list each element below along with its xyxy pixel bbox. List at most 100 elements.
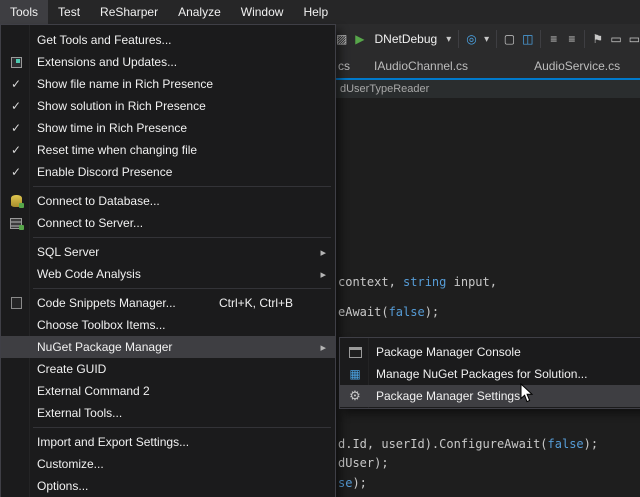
submenu-item-package-manager-console[interactable]: Package Manager Console — [340, 341, 640, 363]
debug-target-label[interactable]: DNetDebug — [374, 32, 437, 46]
menu-item-label: SQL Server — [37, 245, 99, 259]
menu-item-external-tools[interactable]: External Tools... — [1, 402, 335, 424]
menu-item-enable-discord-presence[interactable]: Enable Discord Presence — [1, 161, 335, 183]
find-chevron-icon[interactable] — [484, 34, 489, 45]
check-icon — [7, 76, 25, 92]
toolbar-separator — [458, 30, 459, 48]
menu-item-show-time[interactable]: Show time in Rich Presence — [1, 117, 335, 139]
menu-separator — [33, 237, 331, 238]
new-item-icon[interactable] — [504, 32, 515, 46]
submenu-arrow-icon — [320, 341, 326, 354]
menu-item-shortcut: Ctrl+K, Ctrl+B — [219, 296, 327, 310]
code-keyword: false — [548, 437, 584, 451]
menu-item-extensions-and-updates[interactable]: Extensions and Updates... — [1, 51, 335, 73]
submenu-arrow-icon — [320, 268, 326, 281]
code-text: ); — [352, 476, 366, 490]
code-text: context, — [338, 275, 403, 289]
menubar-item-help[interactable]: Help — [293, 0, 338, 24]
code-text: ); — [584, 437, 598, 451]
menu-item-label: Get Tools and Features... — [37, 33, 172, 47]
menu-item-reset-time[interactable]: Reset time when changing file — [1, 139, 335, 161]
menu-item-connect-to-database[interactable]: Connect to Database... — [1, 190, 335, 212]
menu-item-options[interactable]: Options... — [1, 475, 335, 497]
menu-item-label: Reset time when changing file — [37, 143, 197, 157]
menu-item-customize[interactable]: Customize... — [1, 453, 335, 475]
uncomment-icon[interactable] — [629, 32, 640, 46]
submenu-item-manage-nuget-packages[interactable]: Manage NuGet Packages for Solution... — [340, 363, 640, 385]
menu-bar: Tools Test ReSharper Analyze Window Help — [0, 0, 640, 24]
find-in-code-icon[interactable] — [466, 32, 477, 46]
menu-item-code-snippets-manager[interactable]: Code Snippets Manager... Ctrl+K, Ctrl+B — [1, 292, 335, 314]
menu-item-label: NuGet Package Manager — [37, 340, 172, 354]
menubar-item-window[interactable]: Window — [231, 0, 294, 24]
menu-item-label: Package Manager Settings — [376, 389, 520, 403]
menu-item-choose-toolbox-items[interactable]: Choose Toolbox Items... — [1, 314, 335, 336]
attach-icon[interactable] — [336, 32, 347, 46]
gear-icon — [346, 388, 364, 404]
menu-item-nuget-package-manager[interactable]: NuGet Package Manager — [1, 336, 335, 358]
menu-separator — [33, 288, 331, 289]
menu-separator — [33, 186, 331, 187]
vs-window: Tools Test ReSharper Analyze Window Help… — [0, 0, 640, 497]
menubar-item-tools[interactable]: Tools — [0, 0, 48, 24]
menu-item-label: Connect to Database... — [37, 194, 160, 208]
menu-item-label: Extensions and Updates... — [37, 55, 177, 69]
start-debug-icon[interactable] — [354, 32, 365, 46]
comment-icon[interactable] — [610, 32, 621, 46]
code-text: ); — [425, 305, 439, 319]
code-keyword: false — [389, 305, 425, 319]
menu-item-label: Show solution in Rich Presence — [37, 99, 206, 113]
code-keyword: se — [338, 476, 352, 490]
menu-item-label: Show file name in Rich Presence — [37, 77, 213, 91]
compare-files-icon[interactable] — [522, 32, 533, 46]
extensions-icon — [7, 54, 25, 70]
menu-item-show-solution[interactable]: Show solution in Rich Presence — [1, 95, 335, 117]
code-text: d.Id, userId).ConfigureAwait( — [338, 437, 548, 451]
menubar-item-resharper[interactable]: ReSharper — [90, 0, 168, 24]
tools-menu: Get Tools and Features... Extensions and… — [0, 24, 336, 497]
menu-item-import-export-settings[interactable]: Import and Export Settings... — [1, 431, 335, 453]
menu-item-connect-to-server[interactable]: Connect to Server... — [1, 212, 335, 234]
menubar-item-test[interactable]: Test — [48, 0, 90, 24]
menu-item-web-code-analysis[interactable]: Web Code Analysis — [1, 263, 335, 285]
check-icon — [7, 164, 25, 180]
menu-separator — [33, 427, 331, 428]
menu-item-label: Manage NuGet Packages for Solution... — [376, 367, 587, 381]
check-icon — [7, 142, 25, 158]
code-line: eAwait(false); — [338, 305, 439, 319]
code-text: dUser); — [338, 456, 389, 470]
snippet-icon — [7, 295, 25, 311]
menu-item-get-tools-and-features[interactable]: Get Tools and Features... — [1, 29, 335, 51]
menu-item-external-command-2[interactable]: External Command 2 — [1, 380, 335, 402]
server-icon — [7, 215, 25, 231]
menu-item-label: Enable Discord Presence — [37, 165, 172, 179]
code-keyword: string — [403, 275, 446, 289]
menu-item-label: Choose Toolbox Items... — [37, 318, 166, 332]
menu-item-create-guid[interactable]: Create GUID — [1, 358, 335, 380]
code-line: se); — [338, 476, 367, 490]
submenu-arrow-icon — [320, 246, 326, 259]
outdent-icon[interactable] — [566, 32, 577, 46]
menu-item-label: External Command 2 — [37, 384, 150, 398]
menu-item-label: Code Snippets Manager... — [37, 296, 176, 310]
tab-iaudiochannel[interactable]: IAudioChannel.cs — [362, 54, 480, 78]
tab-audioservice[interactable]: AudioService.cs — [522, 54, 632, 78]
menu-item-show-file-name[interactable]: Show file name in Rich Presence — [1, 73, 335, 95]
submenu-item-package-manager-settings[interactable]: Package Manager Settings — [340, 385, 640, 407]
menu-item-label: Web Code Analysis — [37, 267, 141, 281]
debug-target-chevron-icon[interactable] — [446, 34, 451, 45]
menu-item-label: Show time in Rich Presence — [37, 121, 187, 135]
indent-icon[interactable] — [548, 32, 559, 46]
menu-item-label: External Tools... — [37, 406, 122, 420]
menu-item-label: Create GUID — [37, 362, 106, 376]
code-text: eAwait( — [338, 305, 389, 319]
toolbar-separator — [540, 30, 541, 48]
toolbar-separator — [584, 30, 585, 48]
check-icon — [7, 98, 25, 114]
check-icon — [7, 120, 25, 136]
menubar-item-analyze[interactable]: Analyze — [168, 0, 231, 24]
menu-item-label: Customize... — [37, 457, 104, 471]
bookmark-icon[interactable] — [592, 32, 603, 46]
menu-item-sql-server[interactable]: SQL Server — [1, 241, 335, 263]
console-icon — [346, 344, 364, 360]
